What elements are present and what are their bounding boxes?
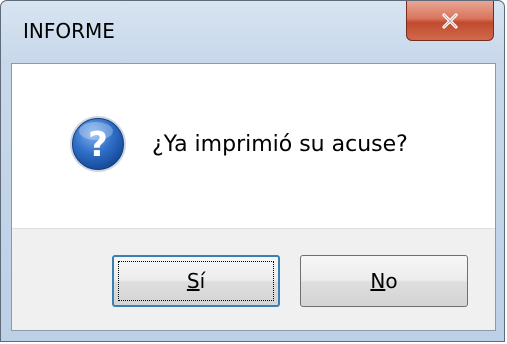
- no-button-label-rest: o: [385, 269, 398, 293]
- window-title: INFORME: [23, 19, 115, 43]
- message-area: ? ¿Ya imprimió su acuse?: [12, 64, 495, 228]
- question-icon: ?: [70, 116, 126, 172]
- no-button[interactable]: No: [300, 255, 468, 307]
- close-icon: [442, 12, 458, 29]
- svg-text:?: ?: [88, 125, 108, 165]
- yes-button[interactable]: Sí: [112, 255, 280, 307]
- no-button-accelerator: N: [370, 269, 386, 293]
- close-button[interactable]: [406, 1, 494, 41]
- button-bar: Sí No: [12, 228, 495, 330]
- title-bar[interactable]: INFORME: [1, 1, 504, 63]
- dialog-window: INFORME ? ¿Ya imprimió su acuse? S í N o: [0, 0, 505, 342]
- message-text: ¿Ya imprimió su acuse?: [152, 132, 408, 157]
- dialog-content: ? ¿Ya imprimió su acuse? Sí No: [11, 63, 496, 331]
- yes-button-label-rest: í: [199, 269, 206, 293]
- yes-button-accelerator: S: [186, 269, 200, 293]
